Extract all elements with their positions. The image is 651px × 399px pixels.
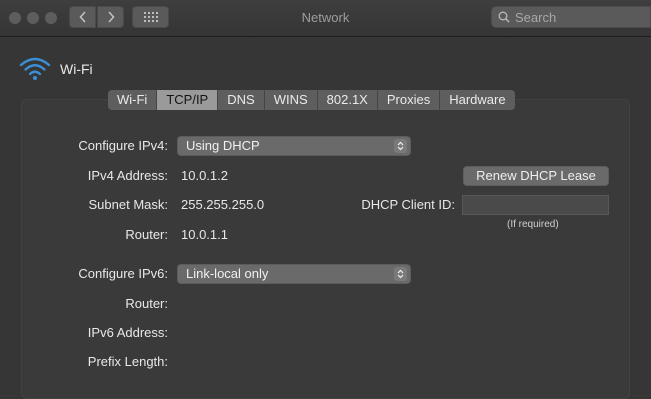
select-arrows-icon — [394, 139, 407, 153]
configure-ipv6-select[interactable]: Link-local only — [177, 264, 411, 284]
dhcp-client-id-field[interactable] — [462, 195, 609, 215]
search-icon — [498, 11, 510, 23]
title-bar: Network Search — [0, 0, 651, 37]
configure-ipv4-label: Configure IPv4: — [78, 138, 168, 153]
tab-hardware[interactable]: Hardware — [440, 90, 514, 110]
tab-tcpip[interactable]: TCP/IP — [157, 90, 219, 110]
tab-wifi[interactable]: Wi-Fi — [108, 90, 158, 110]
interface-name: Wi-Fi — [60, 61, 93, 77]
configure-ipv4-select[interactable]: Using DHCP — [177, 136, 411, 156]
wifi-icon — [19, 57, 51, 80]
configure-ipv6-label: Configure IPv6: — [78, 266, 168, 281]
dhcp-client-id-label: DHCP Client ID: — [361, 197, 455, 212]
router-value: 10.0.1.1 — [181, 227, 228, 242]
configure-ipv4-value: Using DHCP — [186, 138, 260, 153]
ipv6-router-label: Router: — [125, 296, 168, 311]
subnet-mask-value: 255.255.255.0 — [181, 197, 265, 212]
search-field[interactable]: Search — [491, 6, 651, 28]
tab-proxies[interactable]: Proxies — [378, 90, 441, 110]
tab-bar: Wi-Fi TCP/IP DNS WINS 802.1X Proxies Har… — [108, 90, 515, 110]
select-arrows-icon — [394, 267, 407, 281]
tab-8021x[interactable]: 802.1X — [318, 90, 378, 110]
router-label: Router: — [125, 227, 168, 242]
ipv4-address-value: 10.0.1.2 — [181, 168, 228, 183]
subnet-mask-label: Subnet Mask: — [88, 197, 169, 212]
ipv6-address-label: IPv6 Address: — [87, 325, 168, 340]
tab-dns[interactable]: DNS — [218, 90, 265, 110]
client-id-hint: (If required) — [507, 219, 559, 230]
prefix-length-label: Prefix Length: — [87, 354, 168, 369]
tab-wins[interactable]: WINS — [265, 90, 318, 110]
ipv4-address-label: IPv4 Address: — [87, 168, 168, 183]
search-placeholder: Search — [515, 9, 557, 25]
configure-ipv6-value: Link-local only — [186, 266, 269, 281]
renew-dhcp-lease-button[interactable]: Renew DHCP Lease — [463, 166, 609, 186]
